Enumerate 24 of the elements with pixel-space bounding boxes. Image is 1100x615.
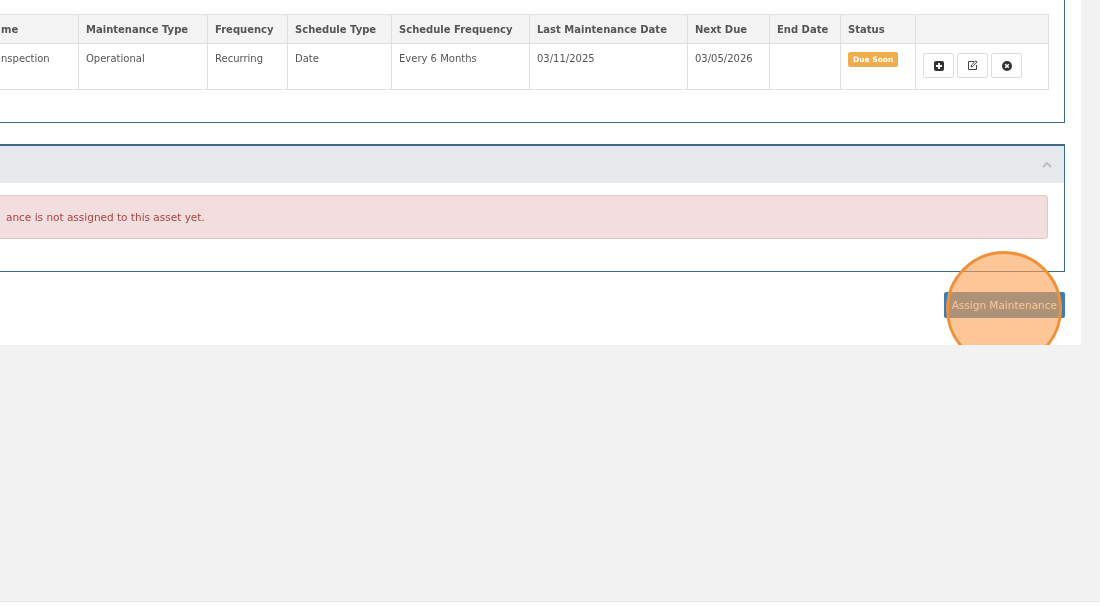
table-cell: Every 6 Months <box>391 43 530 90</box>
column-header: Last Maintenance Date <box>529 14 688 44</box>
add-button[interactable] <box>923 53 954 78</box>
remove-button[interactable] <box>991 53 1022 78</box>
plus-square-icon <box>933 60 944 71</box>
table-cell: 03/05/2026 <box>687 43 770 90</box>
column-header: Schedule Frequency <box>391 14 530 44</box>
column-header: Schedule Type <box>287 14 392 44</box>
table-cell: Recurring <box>207 43 288 90</box>
column-header: Next Due <box>687 14 770 44</box>
table-cell: nspection <box>0 43 79 90</box>
column-header: Frequency <box>207 14 288 44</box>
table-cell: Operational <box>78 43 208 90</box>
table-cell: 03/11/2025 <box>529 43 688 90</box>
close-icon <box>1001 60 1012 71</box>
alert-message: ance is not assigned to this asset yet. <box>0 195 1048 239</box>
assign-maintenance-button[interactable]: Assign Maintenance <box>943 292 1065 318</box>
edit-button[interactable] <box>957 53 988 78</box>
table-cell: Date <box>287 43 392 90</box>
column-header: me <box>0 14 79 44</box>
column-header: Status <box>840 14 916 44</box>
column-header: Maintenance Type <box>78 14 208 44</box>
edit-icon <box>967 60 978 71</box>
column-header: End Date <box>769 14 841 44</box>
